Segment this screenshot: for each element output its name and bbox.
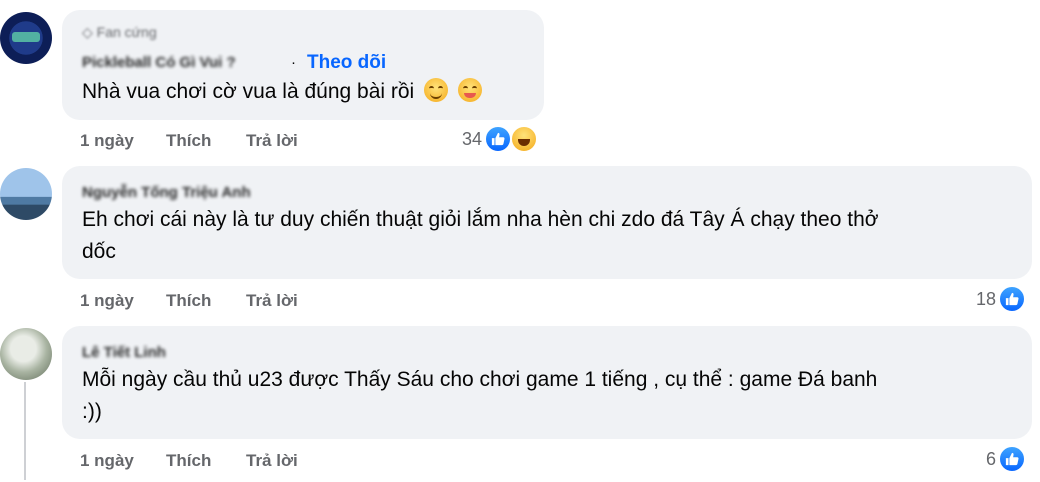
commenter-name[interactable]: Lê Tiết Linh bbox=[82, 344, 166, 361]
like-button[interactable]: Thích bbox=[166, 451, 211, 471]
timestamp[interactable]: 1 ngày bbox=[80, 131, 134, 151]
commenter-name[interactable]: Pickleball Có Gì Vui ? bbox=[82, 54, 236, 71]
tongue-face-icon bbox=[457, 78, 482, 102]
reply-button[interactable]: Trả lời bbox=[246, 291, 298, 311]
reply-button[interactable]: Trả lời bbox=[246, 131, 298, 151]
comment-text: Eh chơi cái này là tư duy chiến thuật gi… bbox=[82, 204, 1022, 268]
separator: · bbox=[291, 54, 296, 71]
avatar[interactable] bbox=[0, 12, 52, 64]
like-button[interactable]: Thích bbox=[166, 291, 211, 311]
comment-text-line: Eh chơi cái này là tư duy chiến thuật gi… bbox=[82, 208, 879, 231]
reaction-count[interactable]: 34 bbox=[446, 129, 482, 150]
timestamp[interactable]: 1 ngày bbox=[80, 291, 134, 311]
thread-line bbox=[24, 382, 26, 480]
badge-label: Fan cứng bbox=[96, 24, 157, 40]
comment-text-line: Mỗi ngày cầu thủ u23 được Thấy Sáu cho c… bbox=[82, 368, 878, 391]
reaction-count[interactable]: 18 bbox=[960, 289, 996, 310]
smiling-face-icon bbox=[424, 78, 449, 102]
like-icon[interactable] bbox=[998, 285, 1026, 313]
comment-text-content: Nhà vua chơi cờ vua là đúng bài rồi bbox=[82, 80, 415, 103]
comment-text: Mỗi ngày cầu thủ u23 được Thấy Sáu cho c… bbox=[82, 364, 1022, 428]
comment-text: Nhà vua chơi cờ vua là đúng bài rồi bbox=[82, 76, 482, 108]
like-button[interactable]: Thích bbox=[166, 131, 211, 151]
timestamp[interactable]: 1 ngày bbox=[80, 451, 134, 471]
avatar[interactable] bbox=[0, 328, 52, 380]
comment-bubble: Lê Tiết Linh Mỗi ngày cầu thủ u23 được T… bbox=[62, 326, 1032, 439]
comment-text-line: :)) bbox=[82, 400, 102, 423]
commenter-name[interactable]: Nguyễn Tống Triệu Anh bbox=[82, 184, 251, 201]
comment-bubble: ◇ Fan cứng Pickleball Có Gì Vui ? · Theo… bbox=[62, 10, 544, 120]
reaction-count[interactable]: 6 bbox=[960, 449, 996, 470]
reply-button[interactable]: Trả lời bbox=[246, 451, 298, 471]
diamond-icon: ◇ bbox=[82, 24, 93, 40]
comment-bubble: Nguyễn Tống Triệu Anh Eh chơi cái này là… bbox=[62, 166, 1032, 279]
fan-badge: ◇ Fan cứng bbox=[82, 24, 157, 41]
follow-link[interactable]: Theo dõi bbox=[307, 52, 386, 74]
like-icon[interactable] bbox=[484, 125, 512, 153]
avatar[interactable] bbox=[0, 168, 52, 220]
haha-icon[interactable] bbox=[510, 125, 538, 153]
like-icon[interactable] bbox=[998, 445, 1026, 473]
comment-text-line: dốc bbox=[82, 240, 116, 263]
